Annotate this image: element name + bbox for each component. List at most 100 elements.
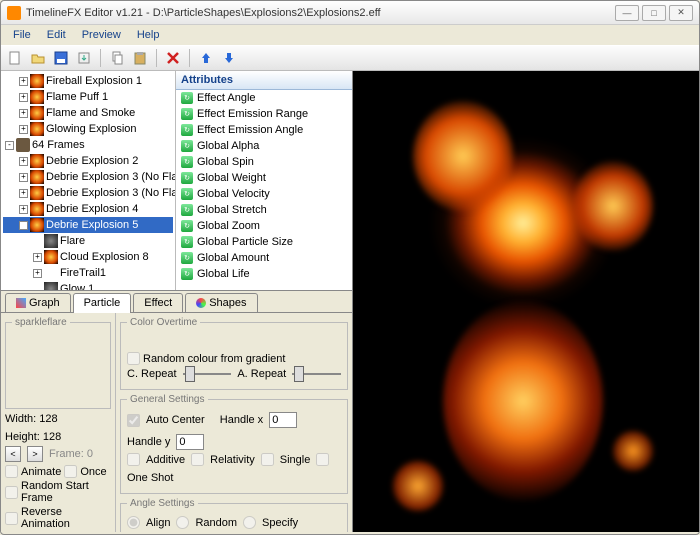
color-overtime-title: Color Overtime [127,317,200,328]
tree-node[interactable]: + FireTrail1 [3,265,173,281]
attribute-icon: ↻ [181,236,193,248]
tree-node[interactable]: -Debrie Explosion 5 [3,217,173,233]
expand-icon[interactable]: + [19,77,28,86]
c-repeat-slider[interactable] [183,373,232,375]
tree-node[interactable]: + Debrie Explosion 3 (No Flare) a [3,169,173,185]
attribute-item[interactable]: ↻Global Weight [176,170,352,186]
attribute-item[interactable]: ↻Effect Emission Angle [176,122,352,138]
attribute-label: Global Weight [197,172,266,184]
random-colour-checkbox[interactable] [127,352,140,365]
window-title: TimelineFX Editor v1.21 - D:\ParticleSha… [26,7,612,19]
specify-radio[interactable] [243,516,256,529]
single-checkbox[interactable] [261,453,274,466]
expand-icon[interactable]: + [19,157,28,166]
attribute-item[interactable]: ↻Global Stretch [176,202,352,218]
next-frame-button[interactable]: > [27,446,43,462]
tree-node[interactable]: +Debrie Explosion 3 (No Flare) b [3,185,173,201]
delete-icon[interactable] [163,48,183,68]
tab-shapes[interactable]: Shapes [185,293,257,312]
handle-x-input[interactable] [269,412,297,428]
tree-node-label: 64 Frames [32,139,85,151]
expand-icon[interactable]: + [19,205,28,214]
tree-node-label: Debrie Explosion 3 (No Flare) a [46,171,176,183]
minimize-button[interactable]: — [615,5,639,21]
close-button[interactable]: ✕ [669,5,693,21]
additive-checkbox[interactable] [127,453,140,466]
collapse-icon[interactable]: - [19,221,28,230]
fire-icon [30,186,44,200]
preview-viewport[interactable] [353,71,699,532]
menu-help[interactable]: Help [129,27,168,43]
attribute-icon: ↻ [181,220,193,232]
a-repeat-slider[interactable] [292,373,341,375]
tree-node[interactable]: +Cloud Explosion 8 [3,249,173,265]
menu-file[interactable]: File [5,27,39,43]
reverse-anim-checkbox[interactable] [5,512,18,525]
tree-node[interactable]: Flare [3,233,173,249]
tree-node[interactable]: +Flame and Smoke [3,105,173,121]
width-label: Width: 128 [5,413,58,425]
tree-node[interactable]: +Debrie Explosion 2 [3,153,173,169]
once-checkbox[interactable] [64,465,77,478]
random-radio[interactable] [176,516,189,529]
expand-icon[interactable]: + [19,93,28,102]
attribute-icon: ↻ [181,108,193,120]
menu-edit[interactable]: Edit [39,27,74,43]
save-icon[interactable] [51,48,71,68]
tree-node[interactable]: +Flame Puff 1 [3,89,173,105]
maximize-button[interactable]: □ [642,5,666,21]
relativity-checkbox[interactable] [191,453,204,466]
expand-icon[interactable]: + [33,269,42,278]
toolbar [1,45,699,71]
animate-checkbox[interactable] [5,465,18,478]
menu-preview[interactable]: Preview [74,27,129,43]
fire-icon [30,90,44,104]
copy-icon[interactable] [107,48,127,68]
dark-icon [44,234,58,248]
attribute-item[interactable]: ↻ Effect Emission Range [176,106,352,122]
random-start-checkbox[interactable] [5,486,18,499]
tree-node[interactable]: +Fireball Explosion 1 [3,73,173,89]
tree-node-label: FireTrail1 [60,267,106,279]
expand-icon[interactable]: + [19,109,28,118]
attribute-item[interactable]: ↻Global Particle Size [176,234,352,250]
expand-icon[interactable]: + [19,189,28,198]
fire-icon [30,170,44,184]
attribute-icon: ↻ [181,204,193,216]
up-arrow-icon[interactable] [196,48,216,68]
attribute-label: Effect Emission Range [197,108,308,120]
tree-node[interactable]: - 64 Frames [3,137,173,153]
auto-center-checkbox[interactable] [127,414,140,427]
tree-node[interactable]: Glow 1 [3,281,173,290]
attribute-item[interactable]: ↻Global Alpha [176,138,352,154]
new-icon[interactable] [5,48,25,68]
attribute-item[interactable]: ↻Global Spin [176,154,352,170]
prev-frame-button[interactable]: < [5,446,21,462]
oneshot-checkbox[interactable] [316,453,329,466]
collapse-icon[interactable]: - [5,141,14,150]
expand-icon[interactable]: + [33,253,42,262]
effects-tree[interactable]: +Fireball Explosion 1+Flame Puff 1+Flame… [1,71,176,290]
tree-node[interactable]: +Glowing Explosion [3,121,173,137]
tab-particle[interactable]: Particle [73,293,132,313]
attribute-item[interactable]: ↻Global Velocity [176,186,352,202]
handle-y-input[interactable] [176,434,204,450]
tree-node[interactable]: +Debrie Explosion 4 [3,201,173,217]
tab-graph[interactable]: Graph [5,293,71,312]
down-arrow-icon[interactable] [219,48,239,68]
node-icon [44,266,58,280]
attribute-item[interactable]: ↻Effect Angle [176,90,352,106]
expand-icon[interactable]: + [19,173,28,182]
attribute-item[interactable]: ↻Global Amount [176,250,352,266]
expand-icon[interactable]: + [19,125,28,134]
attribute-item[interactable]: ↻Global Zoom [176,218,352,234]
tab-effect[interactable]: Effect [133,293,183,312]
attribute-item[interactable]: ↻Global Life [176,266,352,282]
fire-icon [30,202,44,216]
menu-bar: File Edit Preview Help [1,25,699,45]
paste-icon[interactable] [130,48,150,68]
align-radio[interactable] [127,516,140,529]
open-icon[interactable] [28,48,48,68]
import-icon[interactable] [74,48,94,68]
attribute-icon: ↻ [181,92,193,104]
